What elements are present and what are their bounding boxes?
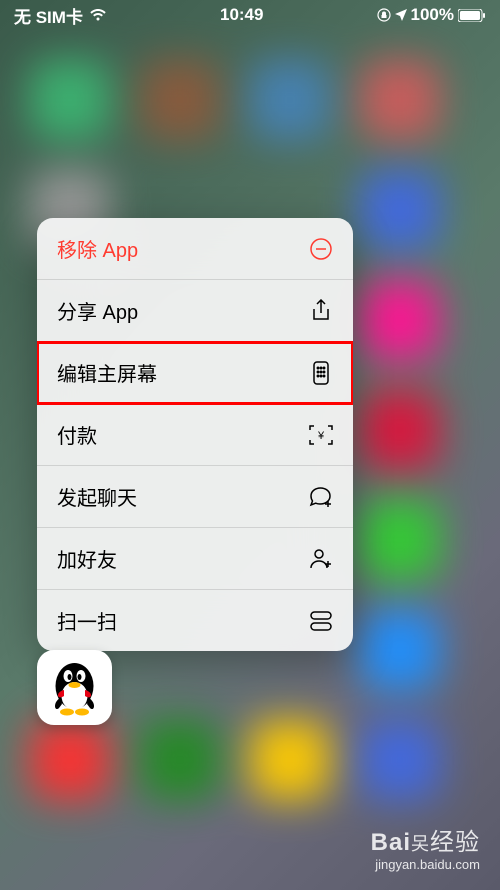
sim-status: 无 SIM卡 <box>14 3 83 28</box>
location-icon <box>395 9 407 21</box>
scan-item[interactable]: 扫一扫 <box>37 590 353 651</box>
yuan-scan-icon: ¥ <box>309 423 333 447</box>
person-add-icon <box>309 547 333 571</box>
share-app-label: 分享 App <box>57 296 138 325</box>
svg-text:¥: ¥ <box>317 430 325 442</box>
watermark-brand-suffix: 经验 <box>430 829 480 856</box>
wifi-icon <box>89 9 107 22</box>
payment-item[interactable]: 付款 ¥ <box>37 404 353 466</box>
payment-label: 付款 <box>57 420 97 449</box>
penguin-icon <box>47 658 102 718</box>
add-friend-label: 加好友 <box>57 544 117 573</box>
watermark-brand-prefix: Bai <box>371 829 411 856</box>
orientation-lock-icon <box>377 8 391 22</box>
edit-home-label: 编辑主屏幕 <box>57 358 157 387</box>
status-time: 10:49 <box>220 5 263 25</box>
battery-percent: 100% <box>411 5 454 25</box>
scan-icon <box>309 609 333 633</box>
context-menu: 移除 App 分享 App 编辑主屏幕 付款 <box>37 218 353 651</box>
add-friend-item[interactable]: 加好友 <box>37 528 353 590</box>
watermark: Bai㕦经验 jingyan.baidu.com <box>371 822 480 872</box>
share-icon <box>309 299 333 323</box>
start-chat-item[interactable]: 发起聊天 <box>37 466 353 528</box>
chat-add-icon <box>309 485 333 509</box>
remove-app-label: 移除 App <box>57 234 138 263</box>
start-chat-label: 发起聊天 <box>57 482 137 511</box>
qq-app-icon[interactable] <box>37 650 112 725</box>
remove-icon <box>309 237 333 261</box>
scan-label: 扫一扫 <box>57 606 117 635</box>
edit-home-screen-item[interactable]: 编辑主屏幕 <box>37 342 353 404</box>
remove-app-item[interactable]: 移除 App <box>37 218 353 280</box>
status-bar: 无 SIM卡 10:49 100% <box>0 0 500 30</box>
watermark-url: jingyan.baidu.com <box>371 857 480 872</box>
share-app-item[interactable]: 分享 App <box>37 280 353 342</box>
battery-icon <box>458 9 486 22</box>
phone-grid-icon <box>309 361 333 385</box>
